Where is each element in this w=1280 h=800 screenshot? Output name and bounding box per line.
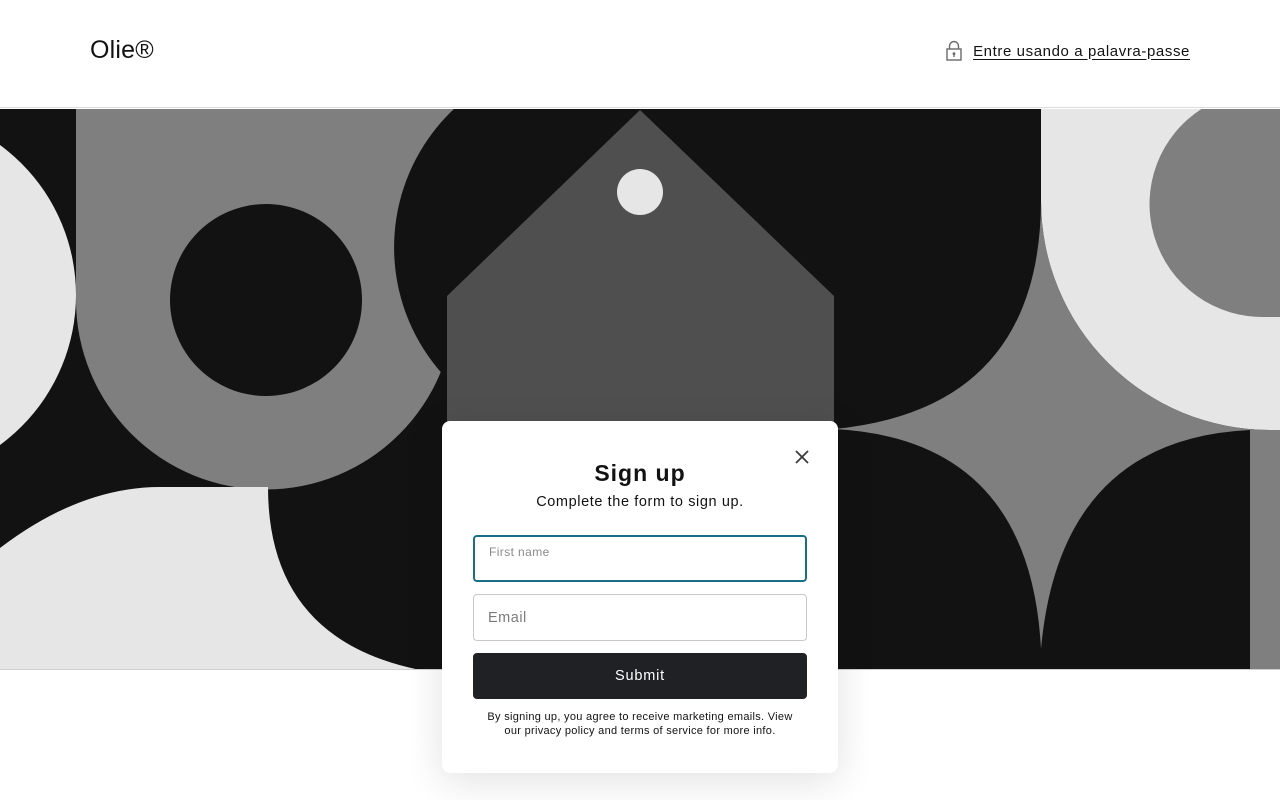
signup-subtitle: Complete the form to sign up. bbox=[536, 494, 744, 510]
brand-logo[interactable]: Olie® bbox=[90, 36, 154, 65]
site-header: Olie® Entre usando a palavra-passe bbox=[0, 0, 1280, 108]
first-name-label: First name bbox=[489, 545, 550, 559]
email-field[interactable] bbox=[473, 594, 807, 641]
signup-title: Sign up bbox=[594, 460, 686, 486]
email-input[interactable] bbox=[488, 595, 796, 640]
legal-disclaimer: By signing up, you agree to receive mark… bbox=[487, 711, 793, 737]
first-name-input[interactable] bbox=[489, 558, 795, 574]
signup-modal: Sign up Complete the form to sign up. Fi… bbox=[442, 421, 838, 773]
first-name-field[interactable]: First name bbox=[473, 535, 807, 582]
password-link-label: Entre usando a palavra-passe bbox=[973, 42, 1190, 60]
password-login-link[interactable]: Entre usando a palavra-passe bbox=[945, 40, 1190, 62]
submit-button[interactable]: Submit bbox=[473, 653, 807, 699]
lock-icon bbox=[946, 40, 962, 61]
